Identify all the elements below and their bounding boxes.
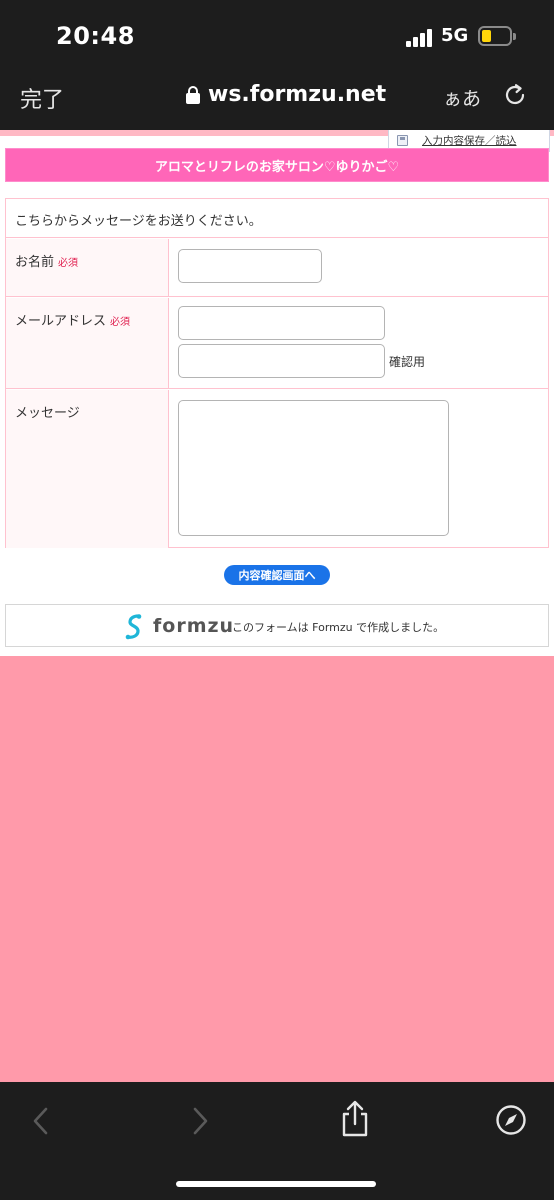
text-size-button[interactable]: ぁあ (443, 84, 481, 111)
message-label: メッセージ (15, 406, 80, 421)
message-textarea[interactable] (178, 400, 449, 536)
name-label: お名前 (15, 255, 55, 270)
confirm-button[interactable]: 内容確認画面へ (224, 565, 330, 585)
email-input[interactable] (178, 306, 385, 340)
formzu-wordmark[interactable]: formzu (153, 615, 234, 637)
web-page: 入力内容保存／読込 アロマとリフレのお家サロン♡ゆりかご♡ こちらからメッセージ… (0, 130, 554, 656)
form-table: こちらからメッセージをお送りください。 お名前 必須 メールアドレス 必須 確認用 … (5, 198, 549, 548)
required-badge: 必須 (110, 317, 131, 328)
status-time: 20:48 (56, 22, 135, 50)
save-load-link[interactable]: 入力内容保存／読込 (422, 133, 517, 148)
email-confirm-input[interactable] (178, 344, 385, 378)
formzu-footer: formzu このフォームは Formzu で作成しました。 (5, 604, 549, 647)
back-icon[interactable] (30, 1106, 52, 1136)
name-label-cell: お名前 必須 (6, 239, 169, 296)
form-intro: こちらからメッセージをお送りください。 (6, 199, 548, 238)
email-label-cell: メールアドレス 必須 (6, 298, 169, 388)
email-label: メールアドレス (15, 314, 107, 329)
status-bar: 20:48 5G (0, 0, 554, 72)
name-input[interactable] (178, 249, 322, 283)
formzu-logo-icon (125, 614, 142, 640)
footer-note: このフォームは Formzu で作成しました。 (232, 621, 445, 634)
url-field[interactable]: ws.formzu.net (186, 82, 386, 107)
battery-icon (478, 26, 516, 46)
share-icon[interactable] (338, 1100, 372, 1138)
name-row: お名前 必須 (6, 239, 548, 297)
browser-address-bar: 完了 ws.formzu.net ぁあ (0, 72, 554, 130)
email-confirm-label: 確認用 (389, 355, 426, 369)
message-row: メッセージ (6, 390, 548, 548)
reload-icon[interactable] (502, 82, 528, 108)
signal-icon (406, 29, 434, 47)
network-type: 5G (441, 25, 469, 46)
form-title: アロマとリフレのお家サロン♡ゆりかご♡ (5, 148, 549, 182)
email-row: メールアドレス 必須 確認用 (6, 298, 548, 389)
required-badge: 必須 (58, 258, 79, 269)
save-icon (397, 135, 408, 146)
done-button[interactable]: 完了 (20, 82, 64, 114)
home-indicator (176, 1181, 376, 1187)
lock-icon (186, 85, 200, 104)
forward-icon[interactable] (189, 1106, 211, 1136)
message-label-cell: メッセージ (6, 390, 169, 548)
compass-icon[interactable] (495, 1104, 527, 1136)
url-text: ws.formzu.net (208, 82, 387, 107)
